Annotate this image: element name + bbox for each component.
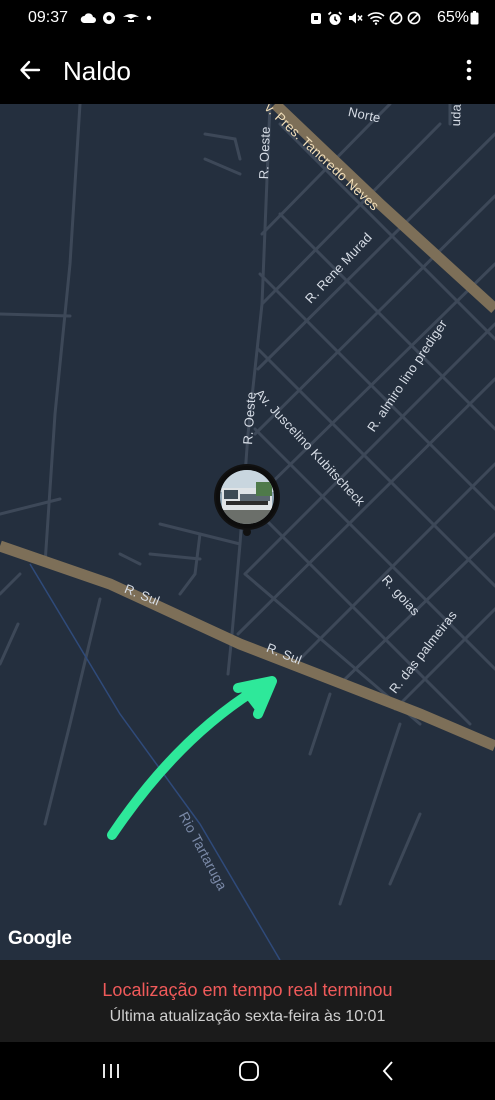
last-update-text: Última atualização sexta-feira às 10:01	[109, 1008, 386, 1025]
status-bar: 09:37 65%	[0, 0, 495, 36]
more-vert-icon	[466, 59, 472, 81]
back-button[interactable]	[12, 50, 48, 90]
home-icon	[239, 1061, 259, 1081]
status-time: 09:37	[28, 9, 69, 26]
dot-icon	[146, 15, 152, 21]
nav-back-button[interactable]	[368, 1056, 408, 1086]
location-status-panel: Localização em tempo real terminou Últim…	[0, 960, 495, 1042]
alarm-clock-icon	[327, 11, 343, 25]
wifi-icon	[367, 12, 385, 25]
status-right-icons	[309, 8, 421, 28]
contact-name: Naldo	[63, 56, 131, 86]
more-options-button[interactable]	[457, 52, 481, 88]
recent-apps-icon	[103, 1064, 119, 1078]
map-label-uda: uda	[448, 104, 464, 127]
block-icon	[407, 11, 421, 25]
battery-percent: 65%	[436, 9, 469, 26]
recent-apps-button[interactable]	[91, 1056, 131, 1086]
map-label-oeste-top: R. Oeste	[256, 126, 273, 180]
location-pin-dot	[243, 528, 251, 536]
system-nav-bar	[0, 1042, 495, 1100]
block-icon	[389, 11, 403, 25]
cloud-icon	[80, 13, 96, 23]
live-location-ended-message: Localização em tempo real terminou	[102, 980, 393, 1000]
chrome-icon	[103, 12, 115, 24]
app-bar: Naldo	[0, 36, 495, 104]
alarm-icon	[311, 13, 321, 24]
contact-location-avatar[interactable]	[216, 466, 278, 528]
status-left-icons	[80, 8, 152, 28]
google-attribution: Google	[8, 928, 72, 949]
avatar-photo	[220, 470, 274, 524]
mute-icon	[349, 12, 363, 24]
back-icon	[382, 1061, 393, 1081]
arrow-left-icon	[20, 60, 41, 80]
home-button[interactable]	[229, 1056, 269, 1086]
bird-icon	[123, 14, 139, 22]
battery-icon	[470, 11, 479, 25]
map-view[interactable]: Norte uda R. Oeste v. Pres. Tancredo Nev…	[0, 104, 495, 960]
